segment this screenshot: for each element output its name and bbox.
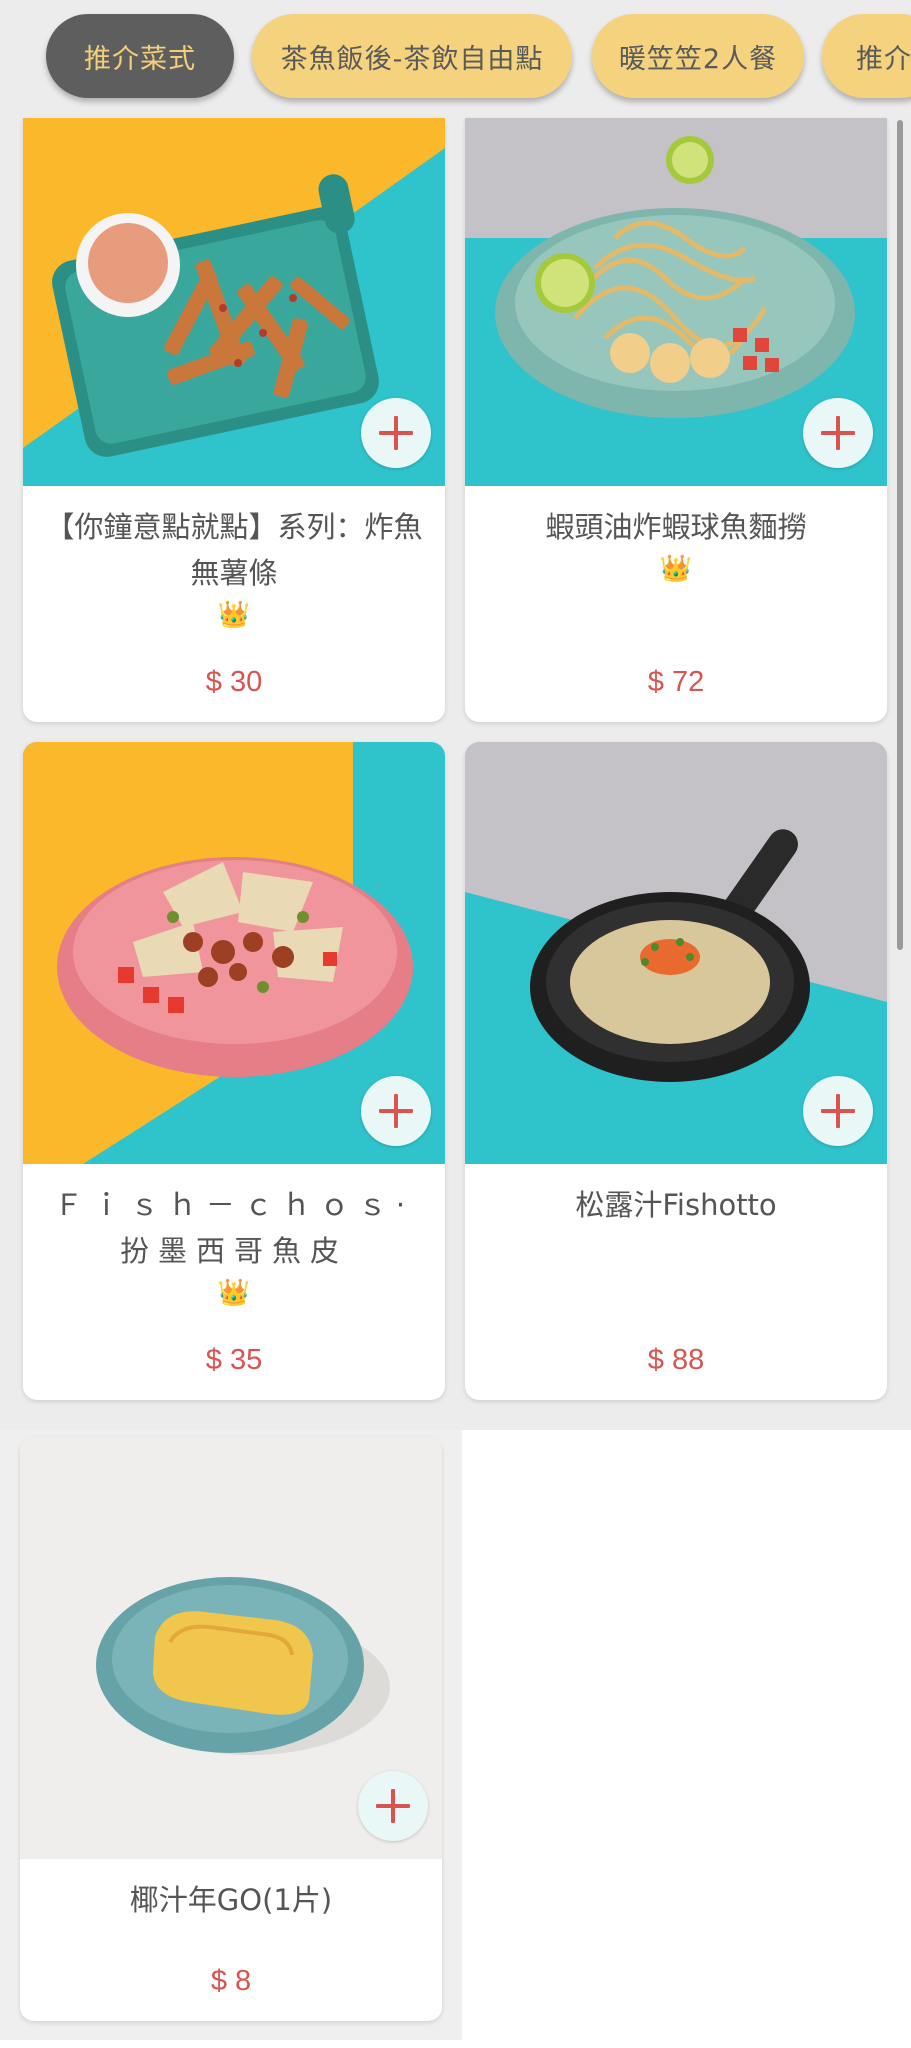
- plus-icon: [379, 1094, 413, 1128]
- plus-icon: [821, 416, 855, 450]
- tab-two-person-set[interactable]: 暖笠笠2人餐: [592, 14, 804, 98]
- dish-price: $ 72: [647, 666, 705, 698]
- category-tab-bar: 推介菜式 茶魚飯後-茶飲自由點 暖笠笠2人餐 推介: [0, 0, 911, 118]
- add-to-cart-button[interactable]: [803, 1076, 873, 1146]
- tab-label: 茶魚飯後-茶飲自由點: [280, 43, 544, 75]
- tab-recommended[interactable]: 推介菜式: [46, 14, 234, 98]
- dish-name: 椰汁年GO(1片): [129, 1883, 333, 1917]
- add-to-cart-button[interactable]: [358, 1771, 428, 1841]
- dish-price: $ 8: [210, 1965, 252, 1997]
- add-to-cart-button[interactable]: [361, 1076, 431, 1146]
- dish-card[interactable]: 椰汁年GO(1片) $ 8: [20, 1437, 442, 2021]
- tab-label: 推介菜式: [84, 43, 196, 75]
- tab-label: 推介: [856, 43, 911, 75]
- plus-icon: [376, 1789, 410, 1823]
- dish-price: $ 88: [647, 1344, 705, 1376]
- scrollbar[interactable]: [897, 120, 903, 950]
- dish-price: $ 35: [205, 1344, 263, 1376]
- tab-label: 暖笠笠2人餐: [618, 43, 778, 75]
- crown-icon: 👑: [659, 554, 693, 584]
- dish-name: 松露汁Fishotto: [575, 1188, 777, 1222]
- dish-name: 蝦頭油炸蝦球魚麵撈: [545, 510, 807, 544]
- add-to-cart-button[interactable]: [361, 398, 431, 468]
- dish-name: 【你鐘意點就點】系列：炸魚無薯條: [45, 510, 423, 590]
- crown-icon: 👑: [217, 600, 251, 630]
- dish-card[interactable]: Ｆｉｓｈ－ｃｈｏｓ·扮墨西哥魚皮 👑 $ 35: [23, 742, 445, 1400]
- tab-tea-drinks[interactable]: 茶魚飯後-茶飲自由點: [252, 14, 572, 98]
- dish-card[interactable]: 蝦頭油炸蝦球魚麵撈 👑 $ 72: [465, 118, 887, 722]
- crown-icon: 👑: [217, 1278, 251, 1308]
- add-to-cart-button[interactable]: [803, 398, 873, 468]
- plus-icon: [379, 416, 413, 450]
- dish-card[interactable]: 松露汁Fishotto $ 88: [465, 742, 887, 1400]
- tab-recommended-2[interactable]: 推介: [822, 14, 911, 98]
- plus-icon: [821, 1094, 855, 1128]
- dish-price: $ 30: [205, 666, 263, 698]
- dish-name: Ｆｉｓｈ－ｃｈｏｓ·扮墨西哥魚皮: [53, 1188, 415, 1268]
- dish-card[interactable]: 【你鐘意點就點】系列：炸魚無薯條 👑 $ 30: [23, 118, 445, 722]
